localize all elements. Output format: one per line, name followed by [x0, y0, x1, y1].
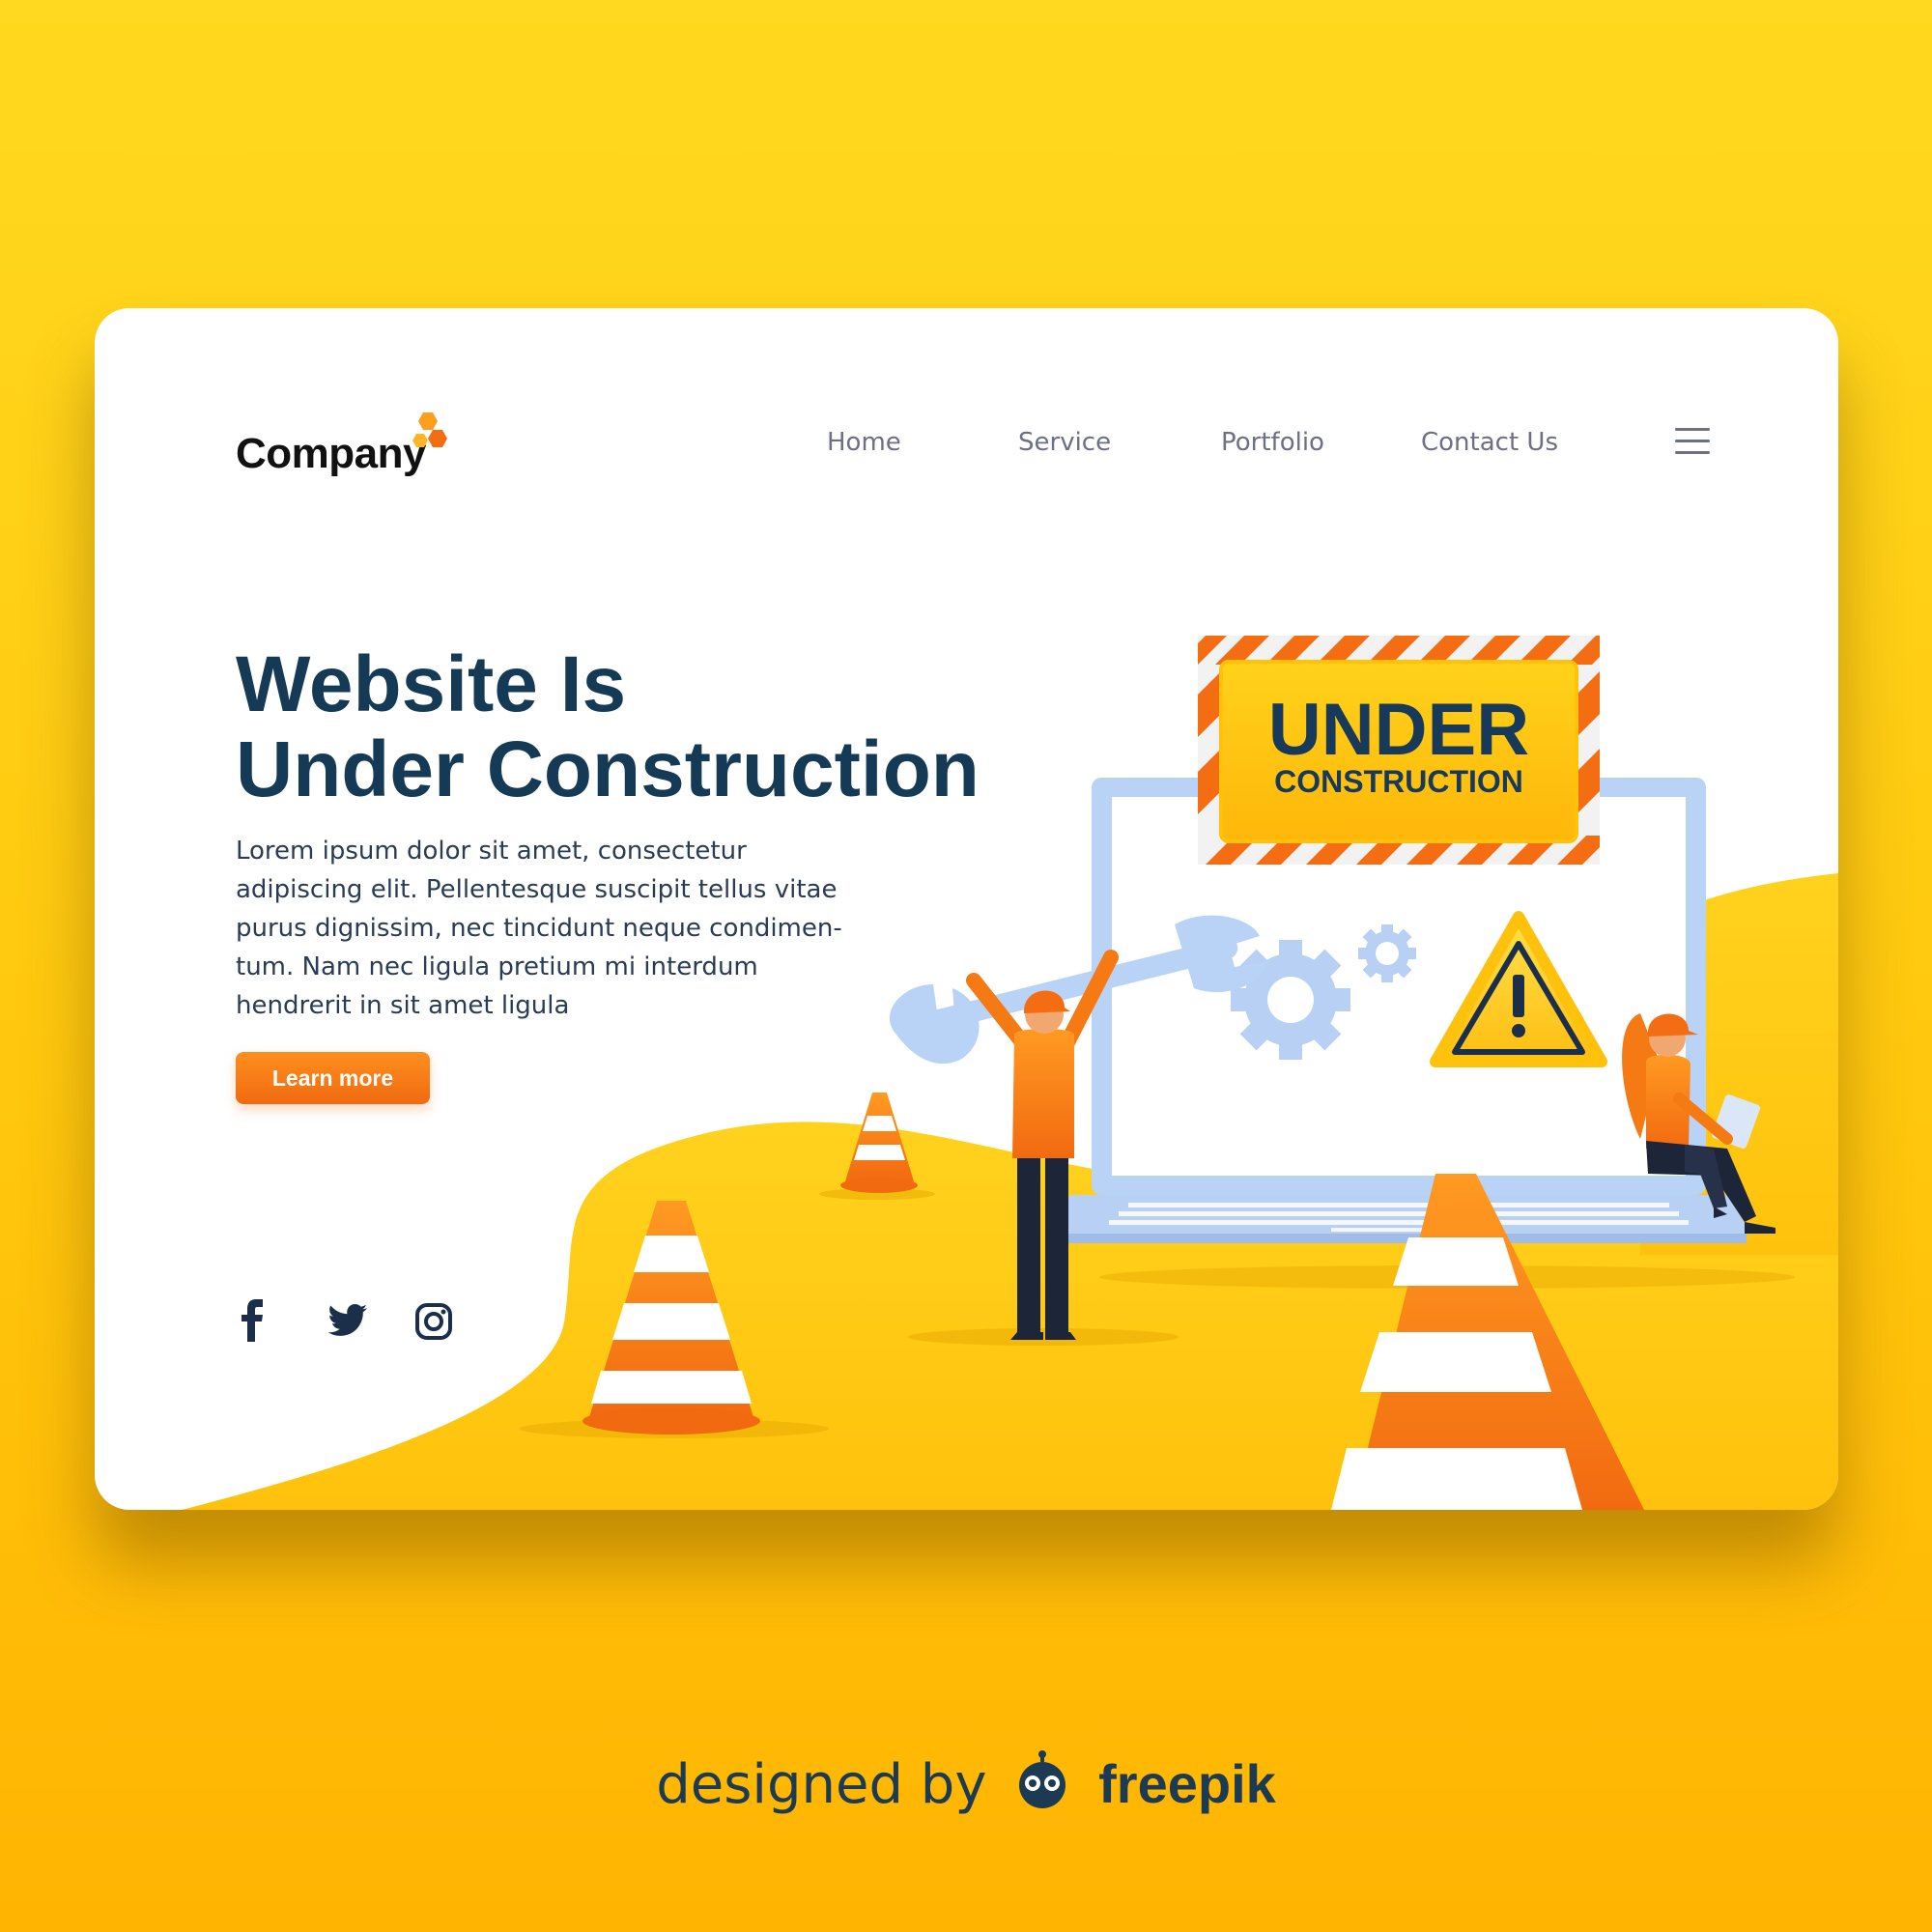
facebook-icon[interactable]	[242, 1299, 265, 1342]
footer-brand: freepik	[1098, 1753, 1276, 1814]
nav-portfolio[interactable]: Portfolio	[1221, 428, 1324, 457]
hero-title-line-1: Website Is	[236, 640, 627, 728]
hero-description: Lorem ipsum dolor sit amet, consectetur …	[236, 837, 842, 1020]
hexagon-logo-icon	[412, 412, 447, 447]
sign-line-under: UNDER	[1267, 689, 1530, 771]
nav-home[interactable]: Home	[827, 428, 901, 457]
hamburger-menu-icon[interactable]	[1673, 426, 1712, 457]
nav-service[interactable]: Service	[1018, 428, 1111, 457]
gear-small-icon	[1358, 924, 1416, 982]
instagram-icon[interactable]	[415, 1303, 452, 1340]
company-name: Company	[236, 430, 426, 477]
sign-line-construction: CONSTRUCTION	[1274, 764, 1523, 799]
footer-credit: designed by freepik	[0, 1750, 1932, 1828]
twitter-icon[interactable]	[328, 1304, 367, 1337]
footer-prefix: designed by	[656, 1753, 987, 1816]
nav-contact-us[interactable]: Contact Us	[1421, 428, 1558, 457]
landing-card: UNDER CONSTRUCTION Company Home Service …	[95, 308, 1838, 1510]
sign-text: UNDER CONSTRUCTION	[1225, 693, 1573, 818]
learn-more-button[interactable]: Learn more	[236, 1052, 430, 1104]
hero-title-line-2: Under Construction	[236, 725, 980, 813]
hero-title: Website Is Under Construction	[236, 640, 980, 813]
freepik-logo-icon	[1019, 1750, 1066, 1808]
gear-large-icon	[1231, 940, 1350, 1060]
